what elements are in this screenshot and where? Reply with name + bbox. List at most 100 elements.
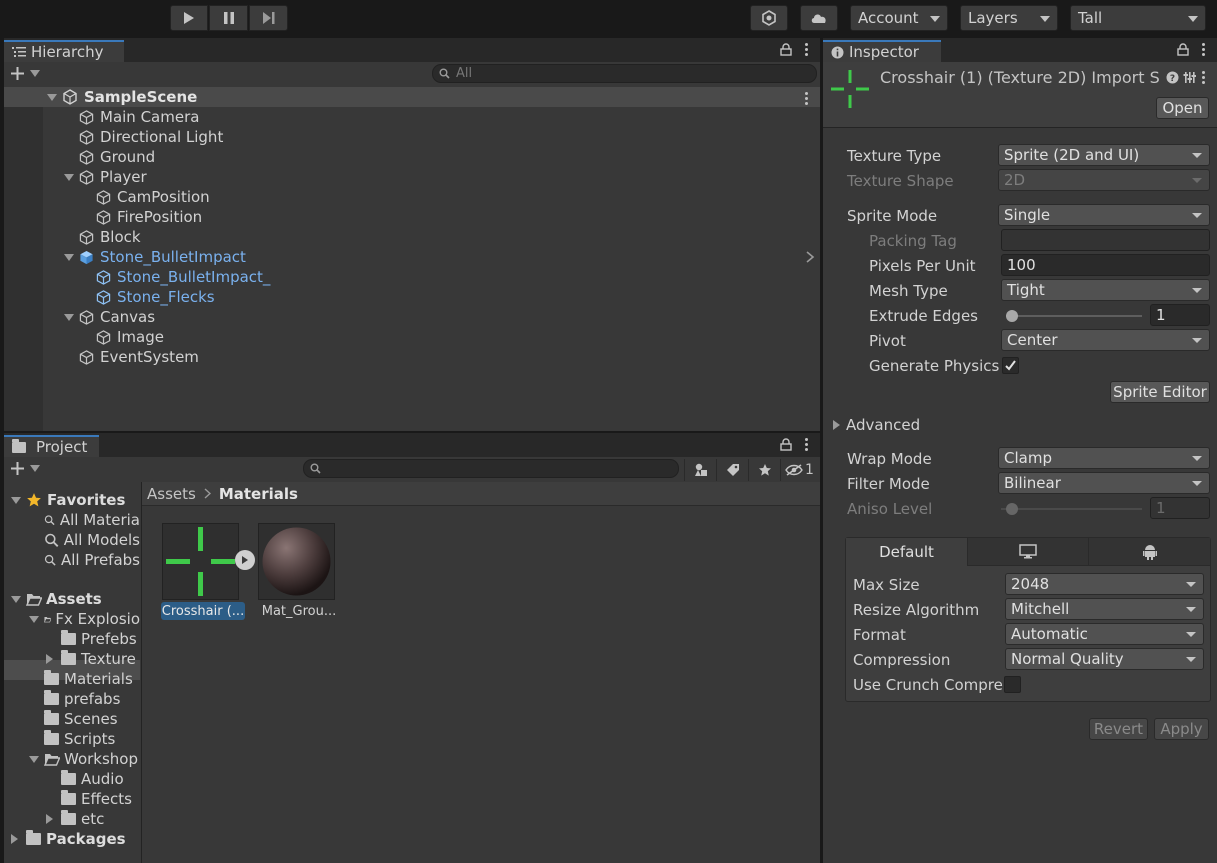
breadcrumb-current[interactable]: Materials	[219, 485, 298, 503]
project-tree-item[interactable]: Packages	[26, 829, 140, 849]
resize-algorithm-dropdown[interactable]: Mitchell	[1005, 598, 1204, 620]
extrude-edges-field[interactable]: 1	[1150, 304, 1210, 326]
kebab-menu-icon[interactable]	[804, 42, 808, 56]
project-tree-item[interactable]: Texture	[61, 649, 140, 669]
tab-hierarchy[interactable]: Hierarchy	[4, 40, 124, 62]
chevron-down-icon[interactable]	[64, 174, 74, 181]
kebab-menu-icon[interactable]	[1201, 70, 1205, 84]
extrude-edges-slider-track[interactable]	[1006, 315, 1142, 317]
project-tree-item[interactable]: Fx Explosio	[44, 609, 140, 629]
tab-inspector[interactable]: Inspector	[823, 40, 941, 62]
play-button[interactable]	[170, 5, 208, 31]
sprite-editor-button[interactable]: Sprite Editor	[1110, 381, 1210, 403]
apply-button[interactable]: Apply	[1154, 718, 1209, 740]
chevron-right-icon[interactable]	[46, 654, 53, 664]
hidden-packages-button[interactable]: 1	[780, 458, 818, 481]
project-tree-item[interactable]: prefabs	[44, 689, 140, 709]
generate-physics-checkbox[interactable]	[1002, 357, 1019, 374]
account-dropdown[interactable]: Account	[850, 5, 948, 31]
pivot-dropdown[interactable]: Center	[1001, 329, 1210, 351]
mesh-type-dropdown[interactable]: Tight	[1001, 279, 1210, 301]
tab-standalone[interactable]	[968, 538, 1089, 566]
step-button[interactable]	[249, 5, 288, 31]
chevron-right-icon[interactable]	[11, 834, 18, 844]
tab-android[interactable]	[1089, 538, 1210, 566]
hierarchy-item[interactable]: CamPosition	[96, 187, 210, 207]
create-button[interactable]	[10, 461, 40, 476]
chevron-down-icon[interactable]	[64, 254, 74, 261]
help-icon[interactable]: ?	[1166, 71, 1179, 84]
hierarchy-item[interactable]: Stone_Flecks	[96, 287, 215, 307]
chevron-down-icon[interactable]	[29, 616, 39, 623]
scene-header-row[interactable]: SampleScene	[4, 87, 820, 107]
layers-dropdown[interactable]: Layers	[960, 5, 1058, 31]
project-tree-item[interactable]: etc	[61, 809, 140, 829]
collab-button[interactable]	[800, 5, 838, 31]
hierarchy-item[interactable]: Main Camera	[79, 107, 199, 127]
kebab-menu-icon[interactable]	[804, 437, 808, 451]
texture-type-dropdown[interactable]: Sprite (2D and UI)	[998, 144, 1210, 166]
project-tree-item[interactable]: Materials	[44, 669, 140, 689]
sprite-mode-dropdown[interactable]: Single	[998, 204, 1210, 226]
chevron-right-icon[interactable]	[805, 251, 815, 263]
split-divider[interactable]	[141, 482, 142, 863]
filter-by-type-button[interactable]	[684, 458, 716, 481]
lock-icon[interactable]	[1177, 42, 1189, 56]
hierarchy-item[interactable]: Ground	[79, 147, 155, 167]
lock-icon[interactable]	[780, 437, 792, 451]
project-tree-item[interactable]: Scenes	[44, 709, 140, 729]
create-button[interactable]	[10, 66, 40, 81]
breadcrumb-root[interactable]: Assets	[147, 485, 196, 503]
chevron-right-icon[interactable]	[46, 814, 53, 824]
pixels-per-unit-field[interactable]: 100	[1001, 254, 1210, 276]
services-button[interactable]	[750, 5, 788, 31]
revert-button[interactable]: Revert	[1089, 718, 1148, 740]
project-tree-item[interactable]: Audio	[61, 769, 140, 789]
format-dropdown[interactable]: Automatic	[1005, 623, 1204, 645]
compression-dropdown[interactable]: Normal Quality	[1005, 648, 1204, 670]
lock-icon[interactable]	[780, 42, 792, 56]
project-tree-item[interactable]: Workshop	[44, 749, 140, 769]
wrap-mode-dropdown[interactable]: Clamp	[998, 447, 1210, 469]
project-tree-item[interactable]: All Prefabs	[44, 550, 140, 570]
hierarchy-item[interactable]: Block	[79, 227, 141, 247]
open-button[interactable]: Open	[1156, 97, 1209, 119]
presets-icon[interactable]	[1183, 71, 1196, 84]
chevron-down-icon[interactable]	[64, 314, 74, 321]
favorites-button[interactable]	[748, 458, 780, 481]
hierarchy-item[interactable]: Image	[96, 327, 164, 347]
chevron-down-icon[interactable]	[11, 596, 21, 603]
use-crunch-checkbox[interactable]	[1004, 676, 1021, 693]
filter-mode-dropdown[interactable]: Bilinear	[998, 472, 1210, 494]
filter-by-label-button[interactable]	[716, 458, 748, 481]
tab-project[interactable]: Project	[4, 435, 99, 457]
project-tree-item[interactable]: All Models	[44, 530, 140, 550]
chevron-down-icon[interactable]	[29, 756, 39, 763]
max-size-dropdown[interactable]: 2048	[1005, 573, 1204, 595]
project-tree-item[interactable]: All Materia	[44, 510, 140, 530]
hierarchy-search-input[interactable]: All	[432, 64, 817, 83]
project-tree-item[interactable]: Assets	[26, 589, 140, 609]
hierarchy-item[interactable]: Stone_BulletImpact	[79, 247, 246, 267]
hierarchy-item[interactable]: Canvas	[79, 307, 155, 327]
layout-dropdown[interactable]: Tall	[1070, 5, 1206, 31]
project-tree-item[interactable]: Effects	[61, 789, 140, 809]
expand-sprite-button[interactable]	[235, 550, 255, 570]
project-search-input[interactable]	[303, 459, 679, 478]
extrude-edges-slider-handle[interactable]	[1006, 310, 1018, 322]
hierarchy-item[interactable]: FirePosition	[96, 207, 202, 227]
project-tree-item[interactable]: Scripts	[44, 729, 140, 749]
hierarchy-item[interactable]: EventSystem	[79, 347, 199, 367]
asset-crosshair[interactable]: Crosshair (...	[160, 521, 255, 621]
hierarchy-item[interactable]: Directional Light	[79, 127, 223, 147]
asset-material[interactable]: Mat_Grou...	[256, 521, 340, 621]
pause-button[interactable]	[209, 5, 248, 31]
kebab-menu-icon[interactable]	[804, 91, 808, 105]
project-tree-item[interactable]: Favorites	[26, 490, 140, 510]
advanced-foldout[interactable]: Advanced	[833, 416, 920, 434]
hierarchy-item[interactable]: Player	[79, 167, 147, 187]
kebab-menu-icon[interactable]	[1201, 42, 1205, 56]
tab-default[interactable]: Default	[846, 538, 968, 566]
hierarchy-item[interactable]: Stone_BulletImpact_	[96, 267, 270, 287]
chevron-down-icon[interactable]	[11, 497, 21, 504]
